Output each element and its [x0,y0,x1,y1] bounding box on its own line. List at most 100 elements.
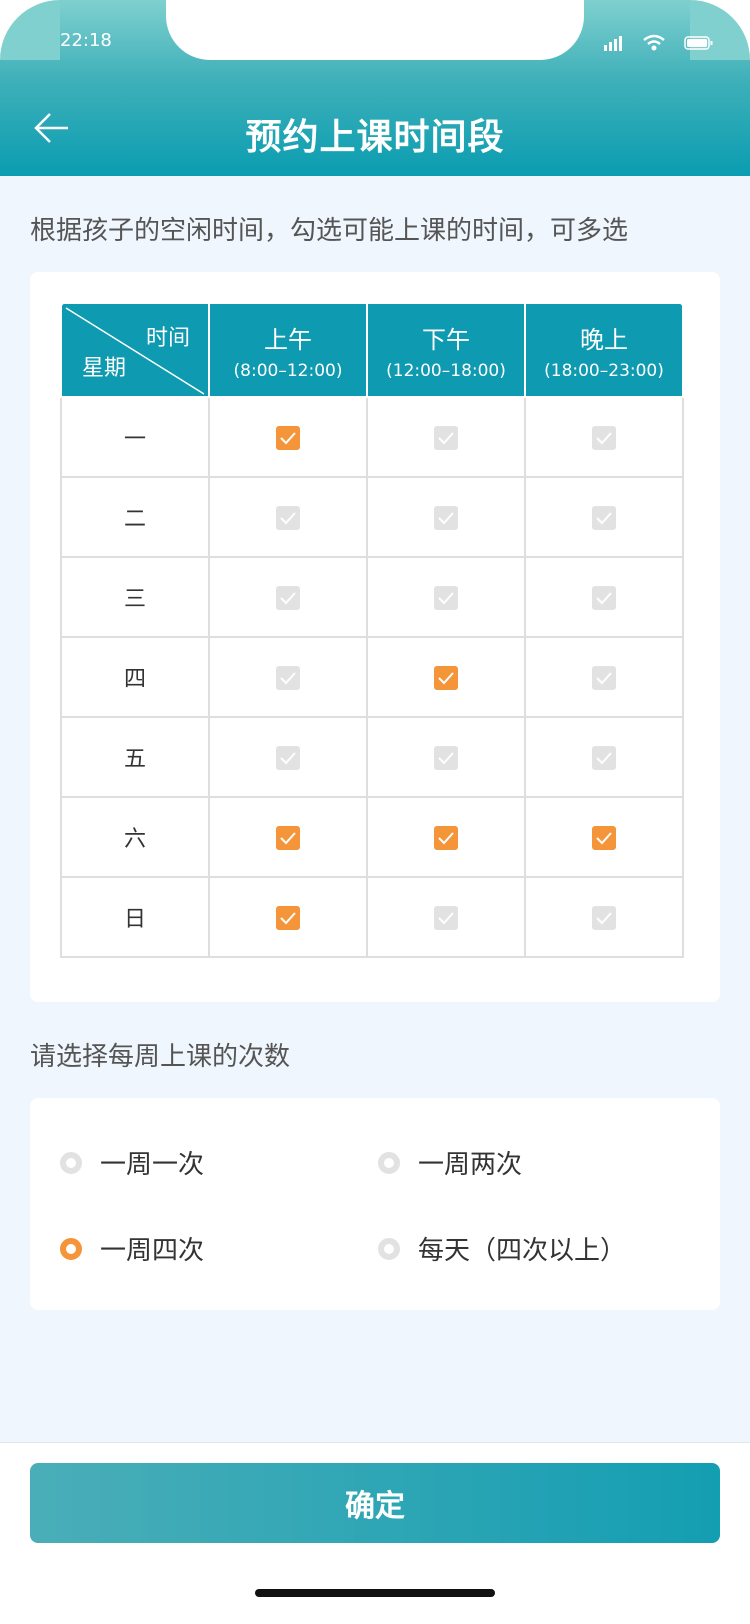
schedule-body: 一二三四五六日 [60,396,684,958]
table-row: 五 [60,716,684,798]
screen-corner-left [0,0,60,60]
slot-cell-evening[interactable] [524,876,684,958]
slot-cell-evening[interactable] [524,556,684,638]
slot-cell-evening[interactable] [524,636,684,718]
slot-cell-morning[interactable] [208,716,368,798]
slot-cell-afternoon[interactable] [366,396,526,478]
frequency-option[interactable]: 每天（四次以上） [378,1230,626,1267]
slot-cell-morning[interactable] [208,636,368,718]
slot-checkbox[interactable] [434,505,458,530]
check-icon [280,431,296,444]
slot-checkbox[interactable] [276,585,300,610]
slot-checkbox[interactable] [434,425,458,450]
slot-cell-evening[interactable] [524,396,684,478]
slot-cell-evening[interactable] [524,796,684,878]
option-label: 每天（四次以上） [418,1236,627,1266]
screen: 22:18 预约上课时间段 根据孩子的空闲时间，勾选可能上课的时间，可多选 时间… [0,0,750,1624]
check-icon [596,591,612,604]
slot-cell-morning[interactable] [208,876,368,958]
slot-cell-afternoon[interactable] [366,476,526,558]
status-icons [604,34,714,52]
slot-checkbox[interactable] [592,505,616,530]
table-row: 四 [60,636,684,718]
availability-hint: 根据孩子的空闲时间，勾选可能上课的时间，可多选 [30,216,629,246]
slot-checkbox[interactable] [434,585,458,610]
weekday-cell: 二 [60,476,210,558]
check-icon [438,431,454,444]
slot-cell-afternoon[interactable] [366,716,526,798]
corner-header-cell: 时间 星期 [60,302,210,398]
radio-button[interactable] [378,1237,400,1260]
frequency-hint: 请选择每周上课的次数 [30,1042,291,1072]
slot-cell-morning[interactable] [208,396,368,478]
slot-cell-afternoon[interactable] [366,796,526,878]
check-icon [280,591,296,604]
check-icon [596,911,612,924]
slot-cell-evening[interactable] [524,716,684,798]
signal-icon [604,36,622,51]
confirm-button[interactable]: 确定 [30,1463,720,1543]
frequency-option[interactable]: 一周四次 [60,1230,204,1267]
frequency-option[interactable]: 一周两次 [378,1144,522,1181]
slot-checkbox[interactable] [434,825,458,850]
slot-checkbox[interactable] [592,825,616,850]
slot-checkbox[interactable] [434,665,458,690]
slot-checkbox[interactable] [276,665,300,690]
slot-checkbox[interactable] [276,745,300,770]
slot-checkbox[interactable] [276,505,300,530]
check-icon [438,671,454,684]
slot-checkbox[interactable] [276,905,300,930]
column-label: 晚上 [580,325,628,354]
column-range: (8:00–12:00) [233,360,343,381]
check-icon [596,831,612,844]
weekday-cell: 四 [60,636,210,718]
slot-checkbox[interactable] [592,665,616,690]
check-icon [280,911,296,924]
slot-cell-afternoon[interactable] [366,876,526,958]
column-label: 上午 [264,325,312,354]
table-row: 二 [60,476,684,558]
check-icon [280,671,296,684]
slot-cell-morning[interactable] [208,476,368,558]
bottom-bar: 确定 [0,1442,750,1624]
slot-cell-afternoon[interactable] [366,556,526,638]
battery-icon [684,36,713,50]
check-icon [280,831,296,844]
slot-checkbox[interactable] [592,905,616,930]
option-label: 一周两次 [418,1150,523,1180]
check-icon [438,911,454,924]
option-label: 一周四次 [100,1236,205,1266]
slot-cell-morning[interactable] [208,796,368,878]
weekday-cell: 日 [60,876,210,958]
radio-button[interactable] [378,1151,400,1174]
table-row: 六 [60,796,684,878]
slot-checkbox[interactable] [592,425,616,450]
schedule-table: 时间 星期 上午 (8:00–12:00) 下午 (12:00–18:00) 晚… [60,302,684,958]
slot-checkbox[interactable] [276,425,300,450]
weekday-cell: 五 [60,716,210,798]
check-icon [596,751,612,764]
slot-checkbox[interactable] [434,905,458,930]
slot-checkbox[interactable] [276,825,300,850]
column-header-evening: 晚上 (18:00–23:00) [524,302,684,398]
radio-button[interactable] [60,1151,82,1174]
slot-cell-afternoon[interactable] [366,636,526,718]
schedule-card: 时间 星期 上午 (8:00–12:00) 下午 (12:00–18:00) 晚… [30,272,720,1002]
weekday-cell: 三 [60,556,210,638]
radio-button[interactable] [60,1237,82,1260]
status-time: 22:18 [60,30,112,51]
slot-checkbox[interactable] [434,745,458,770]
column-header-afternoon: 下午 (12:00–18:00) [366,302,526,398]
slot-checkbox[interactable] [592,745,616,770]
header: 22:18 预约上课时间段 [0,0,750,176]
slot-checkbox[interactable] [592,585,616,610]
home-indicator [255,1589,495,1597]
table-row: 三 [60,556,684,638]
slot-cell-evening[interactable] [524,476,684,558]
column-range: (18:00–23:00) [544,360,664,381]
check-icon [438,591,454,604]
frequency-option[interactable]: 一周一次 [60,1144,204,1181]
slot-cell-morning[interactable] [208,556,368,638]
weekday-cell: 一 [60,396,210,478]
check-icon [280,511,296,524]
